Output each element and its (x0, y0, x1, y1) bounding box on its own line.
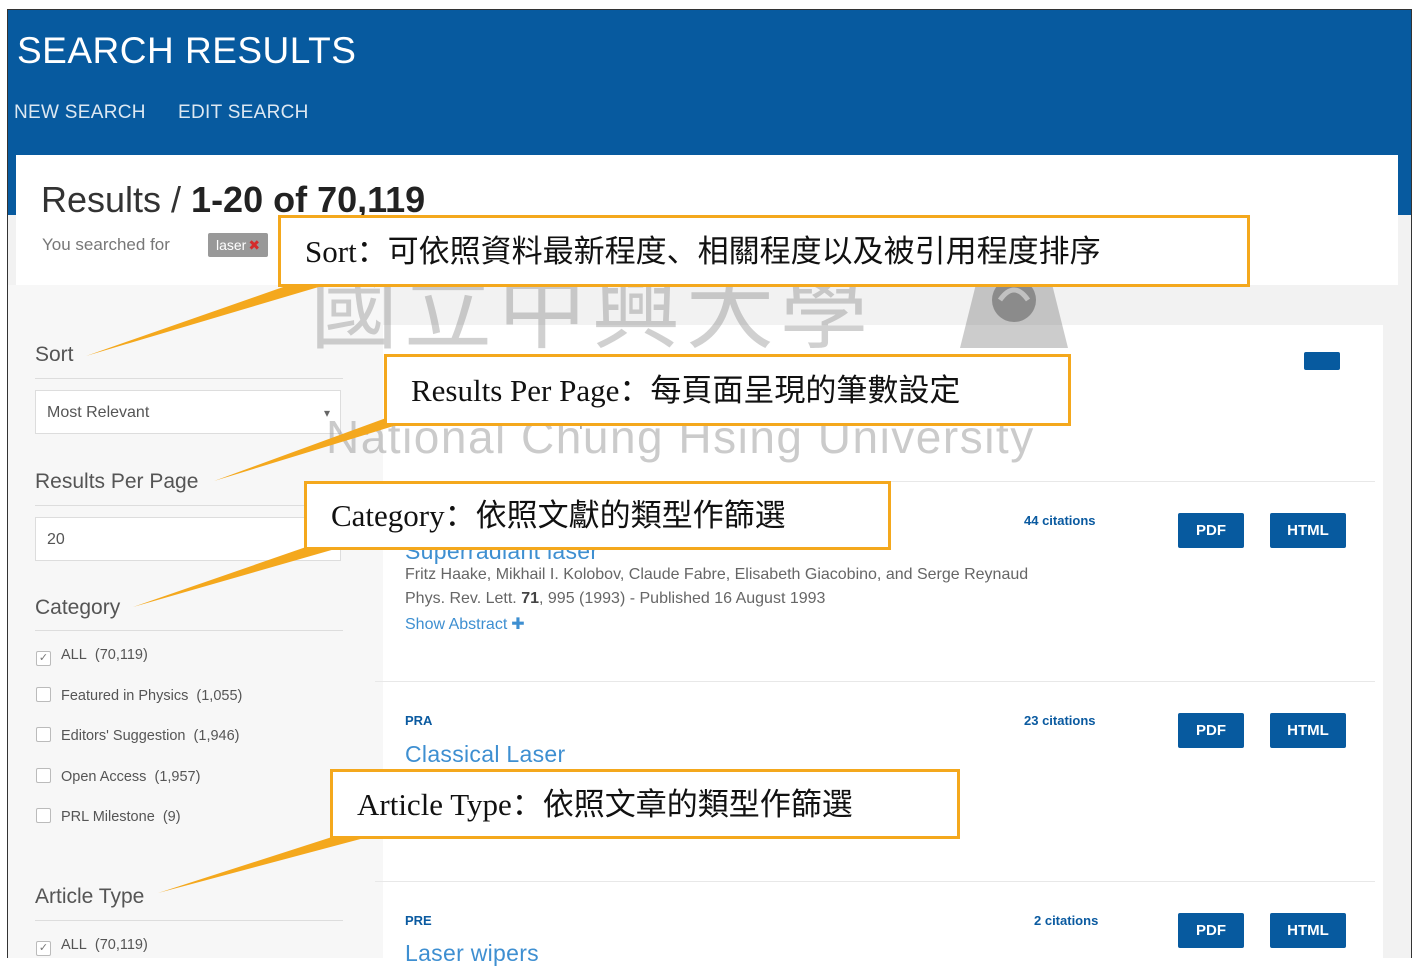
sort-callout: Sort：可依照資料最新程度、相關程度以及被引用程度排序 (278, 215, 1250, 287)
article-type-leader (158, 837, 368, 893)
results-per-page-callout: Results Per Page：每頁面呈現的筆數設定 (384, 354, 1071, 426)
per-page-leader (214, 418, 420, 481)
sort-leader (86, 286, 322, 356)
category-callout: Category：依照文獻的類型作篩選 (304, 481, 891, 550)
category-leader (133, 547, 342, 607)
article-type-callout: Article Type：依照文章的類型作篩選 (330, 769, 960, 839)
